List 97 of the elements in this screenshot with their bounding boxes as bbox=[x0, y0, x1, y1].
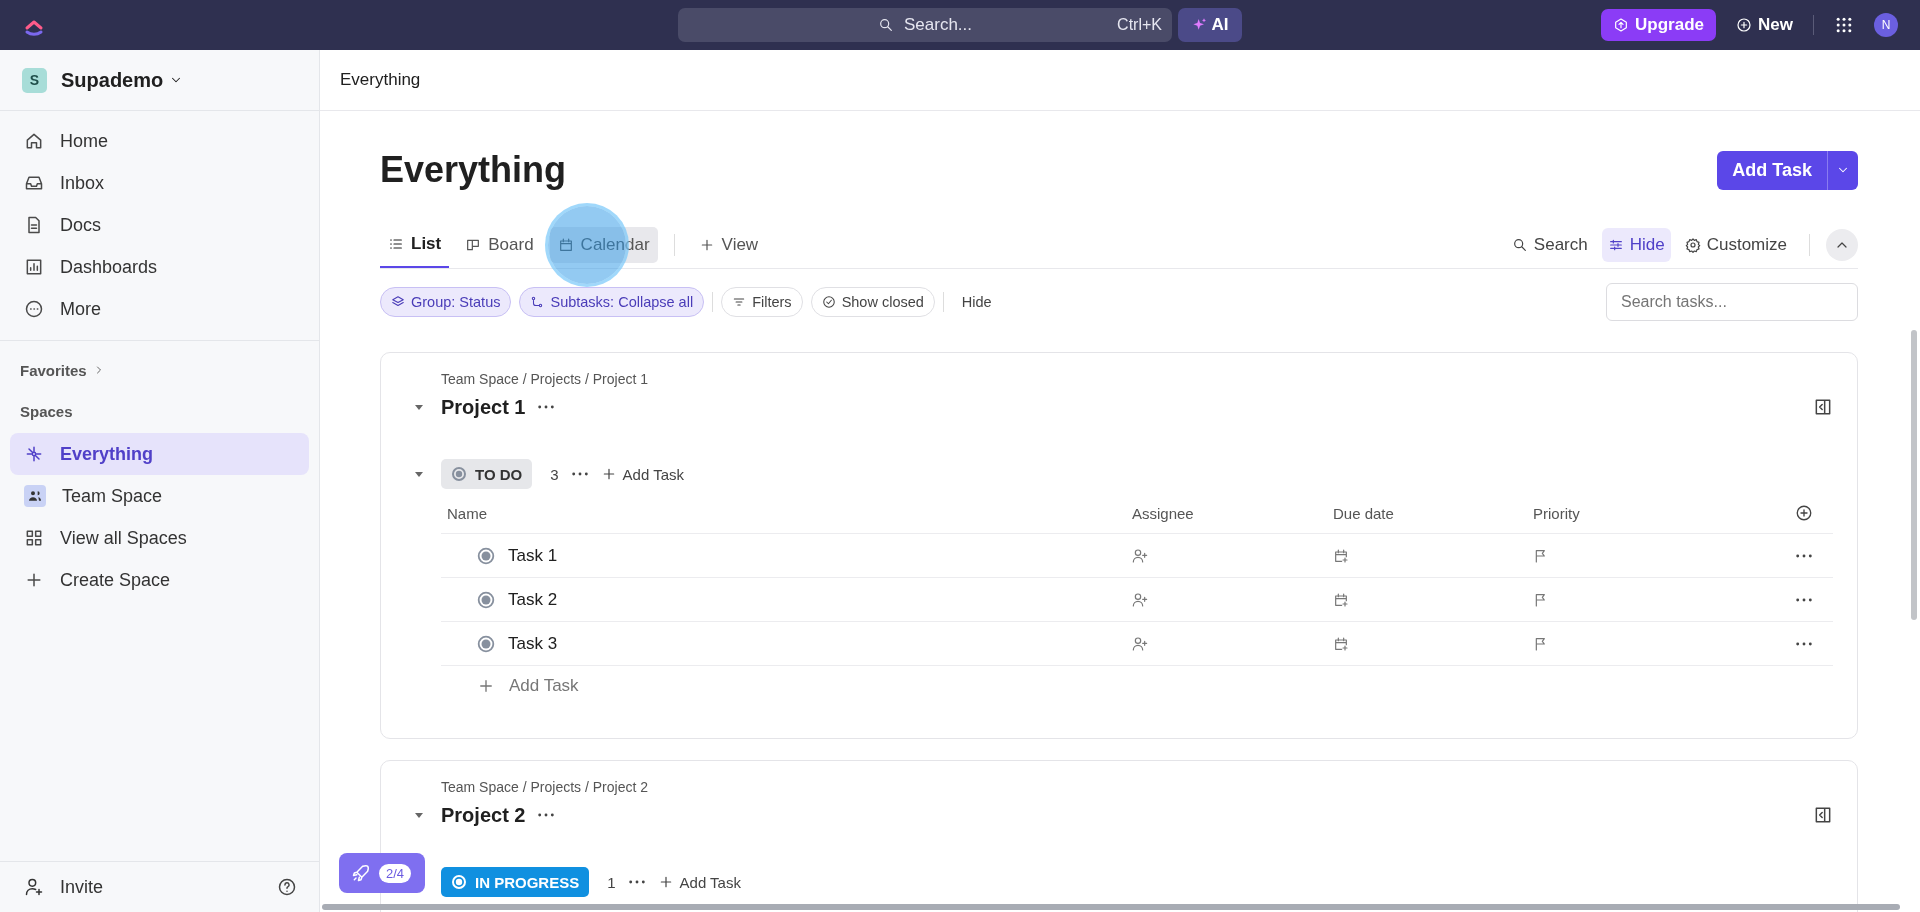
list-path: Team Space / Projects / Project 2 bbox=[440, 779, 649, 795]
breadcrumb: Everything bbox=[340, 70, 421, 90]
help-icon[interactable] bbox=[277, 877, 297, 897]
horizontal-scrollbar[interactable] bbox=[322, 904, 1900, 910]
more-icon[interactable] bbox=[1795, 640, 1813, 647]
add-task-link[interactable]: Add Task bbox=[657, 873, 741, 891]
dropdown-button[interactable] bbox=[1827, 150, 1858, 190]
inbox-icon bbox=[24, 173, 44, 193]
workspace-avatar: S bbox=[22, 67, 47, 93]
section-heading: Spaces bbox=[19, 402, 74, 422]
add-assignee-icon[interactable] bbox=[1132, 635, 1148, 652]
side-panel-icon[interactable] bbox=[1813, 805, 1833, 825]
add-assignee-icon[interactable] bbox=[1132, 591, 1148, 608]
add-task-row[interactable]: Add Task bbox=[477, 666, 579, 706]
column-header: Name bbox=[446, 504, 488, 522]
filter-icon bbox=[732, 295, 747, 309]
sidebar-item[interactable]: Inbox bbox=[10, 162, 309, 204]
progress-count: 2/4 bbox=[379, 863, 412, 883]
task-status-icon[interactable] bbox=[477, 546, 495, 565]
invite-button[interactable]: Invite bbox=[24, 876, 104, 898]
sidebar-item[interactable]: Everything bbox=[10, 433, 309, 475]
calendar-icon bbox=[557, 237, 574, 253]
task-name[interactable]: Task 3 bbox=[508, 633, 558, 654]
more-icon[interactable] bbox=[627, 879, 646, 885]
task-status-icon[interactable] bbox=[477, 634, 495, 653]
search-field[interactable]: Search... Ctrl+K bbox=[678, 8, 1172, 42]
view-tab[interactable]: Board bbox=[457, 222, 542, 268]
sidebar-item[interactable]: More bbox=[10, 288, 309, 330]
add-task-button[interactable]: Add Task bbox=[1717, 150, 1827, 190]
view-action-button[interactable]: Hide bbox=[1601, 228, 1671, 262]
new-button[interactable]: New bbox=[1736, 15, 1793, 35]
add-user-icon bbox=[24, 877, 44, 897]
calendar-plus-icon[interactable] bbox=[1333, 591, 1349, 608]
calendar-plus-icon[interactable] bbox=[1333, 635, 1349, 652]
task-count: 3 bbox=[550, 465, 559, 483]
sliders-icon bbox=[1607, 237, 1624, 253]
more-icon[interactable] bbox=[1795, 596, 1813, 603]
list-icon bbox=[388, 236, 404, 252]
add-assignee-icon[interactable] bbox=[1132, 547, 1148, 564]
board-icon bbox=[465, 237, 482, 253]
list-name: Project 2 bbox=[441, 803, 526, 827]
more-icon[interactable] bbox=[537, 404, 556, 410]
search-icon bbox=[1511, 237, 1528, 253]
more-icon[interactable] bbox=[1795, 552, 1813, 559]
people-icon bbox=[24, 485, 46, 507]
view-action-button[interactable]: Customize bbox=[1678, 228, 1793, 262]
column-header: Assignee bbox=[1131, 504, 1195, 522]
filter-chip[interactable]: Hide bbox=[951, 287, 1002, 317]
task-count: 1 bbox=[607, 873, 616, 891]
view-action-button[interactable]: Search bbox=[1505, 228, 1594, 262]
network-icon bbox=[24, 444, 44, 464]
workspace-switcher[interactable]: Supademo bbox=[61, 68, 184, 92]
calendar-plus-icon[interactable] bbox=[1333, 547, 1349, 564]
column-header: Priority bbox=[1532, 504, 1581, 522]
task-status-icon[interactable] bbox=[477, 590, 495, 609]
add-view-button[interactable]: View bbox=[690, 222, 767, 268]
upgrade-button[interactable]: Upgrade bbox=[1601, 9, 1717, 41]
side-panel-icon[interactable] bbox=[1813, 397, 1833, 417]
layers-icon bbox=[391, 295, 405, 309]
subtasks-icon bbox=[530, 295, 545, 309]
status-badge[interactable]: TO DO bbox=[441, 459, 533, 489]
sidebar-item[interactable]: Home bbox=[10, 120, 309, 162]
favorites-heading[interactable]: Favorites bbox=[10, 359, 105, 381]
apps-grid-icon[interactable] bbox=[1834, 15, 1854, 35]
sidebar-item[interactable]: View all Spaces bbox=[10, 517, 309, 559]
home-icon bbox=[24, 131, 44, 151]
shortcut-hint: Ctrl+K bbox=[1117, 16, 1162, 34]
task-name[interactable]: Task 2 bbox=[508, 589, 558, 610]
vertical-scrollbar[interactable] bbox=[1911, 330, 1917, 620]
ai-button[interactable]: AI bbox=[1178, 8, 1242, 42]
grid-icon bbox=[24, 528, 44, 548]
list-name: Project 1 bbox=[441, 395, 526, 419]
task-name[interactable]: Task 1 bbox=[508, 545, 558, 566]
search-tasks-field[interactable]: Search tasks... bbox=[1606, 283, 1858, 321]
search-icon bbox=[877, 17, 894, 33]
add-task-link[interactable]: Add Task bbox=[600, 465, 684, 483]
more-icon[interactable] bbox=[570, 471, 589, 477]
column-header: Due date bbox=[1332, 504, 1395, 522]
page-title: Everything bbox=[380, 149, 567, 191]
more-icon[interactable] bbox=[537, 812, 556, 818]
view-tab[interactable]: List bbox=[380, 222, 450, 268]
sidebar-item[interactable]: Team Space bbox=[10, 475, 309, 517]
sidebar-item[interactable]: Docs bbox=[10, 204, 309, 246]
filter-chip[interactable]: Subtasks: Collapse all bbox=[519, 287, 705, 317]
filter-chip[interactable]: Group: Status bbox=[380, 287, 512, 317]
tour-progress-badge[interactable]: 2/4 bbox=[339, 853, 425, 893]
settings-icon bbox=[1684, 237, 1701, 253]
sidebar-item[interactable]: Create Space bbox=[10, 559, 309, 601]
upgrade-icon bbox=[1613, 17, 1630, 33]
plus-icon bbox=[477, 677, 495, 695]
add-column-icon[interactable] bbox=[1795, 504, 1813, 522]
radio-dot-icon bbox=[451, 874, 467, 890]
user-avatar[interactable]: N bbox=[1874, 13, 1898, 37]
bar-chart-icon bbox=[24, 257, 44, 277]
rocket-icon bbox=[351, 863, 371, 883]
list-path: Team Space / Projects / Project 1 bbox=[440, 371, 649, 387]
sidebar-item[interactable]: Dashboards bbox=[10, 246, 309, 288]
